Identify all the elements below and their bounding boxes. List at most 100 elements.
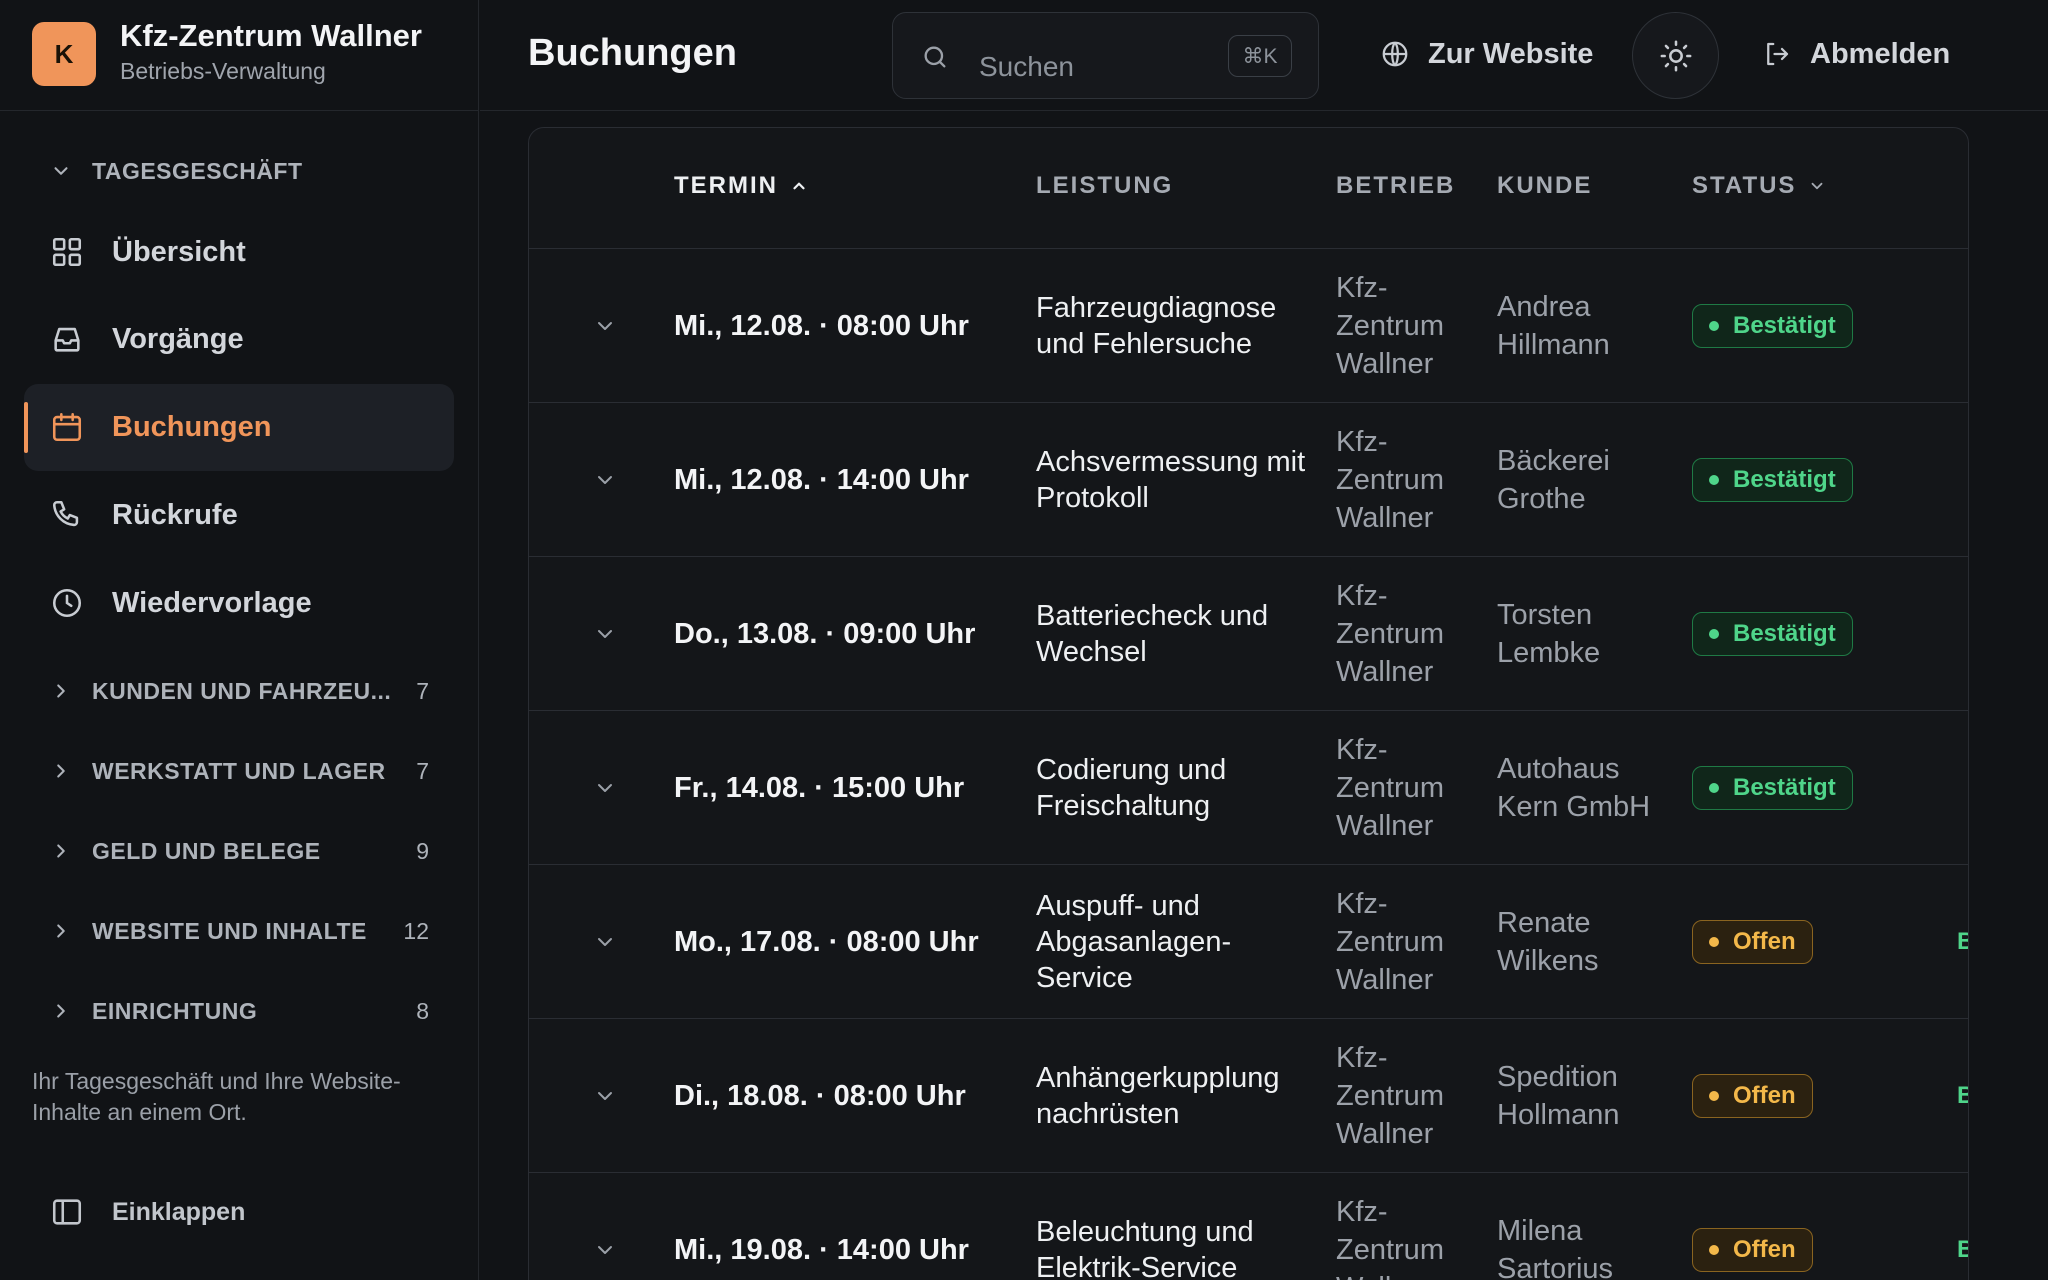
cell-leistung: Achsvermessung mit Protokoll [1036, 446, 1306, 514]
expand-row-icon[interactable] [593, 1238, 617, 1262]
collapse-button[interactable]: Einklappen [50, 1192, 245, 1232]
group-label: WERKSTATT UND LAGER [92, 757, 386, 784]
chevron-down-icon [54, 167, 68, 175]
status-label: Bestätigt [1733, 774, 1836, 801]
expand-row-icon[interactable] [593, 1084, 617, 1108]
sidebar-item-uebersicht[interactable]: Übersicht [24, 209, 454, 296]
group-count: 7 [416, 757, 429, 784]
calendar-icon [52, 412, 82, 442]
cell-extra[interactable]: B [1957, 865, 1968, 1019]
page-title: Buchungen [528, 32, 737, 74]
theme-toggle-button[interactable] [1632, 12, 1719, 99]
table-row[interactable]: Fr., 14.08. · 15:00 Uhr Codierung und Fr… [529, 711, 1968, 865]
sidebar-item-label: Vorgänge [112, 323, 244, 355]
sidebar-item-rueckrufe[interactable]: Rückrufe [24, 472, 454, 559]
status-badge: Offen [1692, 920, 1813, 964]
status-badge: Offen [1692, 1074, 1813, 1118]
table-row[interactable]: Mi., 12.08. · 14:00 Uhr Achsvermessung m… [529, 403, 1968, 557]
sidebar-note: Ihr Tagesgeschäft und Ihre Website-Inhal… [32, 1068, 401, 1125]
clock-icon [52, 588, 82, 618]
expand-row-icon[interactable] [593, 314, 617, 338]
brand-subtitle: Betriebs-Verwaltung [120, 58, 326, 84]
expand-row-icon[interactable] [593, 930, 617, 954]
chevron-right-icon [57, 844, 65, 858]
status-dot-icon [1709, 937, 1719, 947]
chevron-right-icon [57, 1004, 65, 1018]
cell-kunde: Renate Wilkens [1497, 907, 1599, 977]
status-label: Offen [1733, 1236, 1796, 1263]
cell-status: Offen [1692, 1019, 1813, 1173]
website-link[interactable]: Zur Website [1380, 28, 1593, 80]
cell-betrieb: Kfz-Zentrum Wallner [1336, 272, 1444, 380]
column-leistung[interactable]: LEISTUNG [1036, 172, 1173, 200]
group-label: WEBSITE UND INHALTE [92, 917, 367, 944]
column-label: TERMIN [674, 172, 778, 199]
status-label: Bestätigt [1733, 620, 1836, 647]
status-dot-icon [1709, 1091, 1719, 1101]
cell-kunde: Andrea Hillmann [1497, 291, 1610, 361]
cell-betrieb: Kfz-Zentrum Wallner [1336, 888, 1444, 996]
logout-icon [1767, 42, 1789, 66]
sidebar-item-wiedervorlage[interactable]: Wiedervorlage [24, 560, 454, 647]
cell-kunde: Bäckerei Grothe [1497, 445, 1610, 515]
bookings-table: TERMIN LEISTUNG BETRIEB KUNDE STATUS Mi.… [528, 127, 1969, 1280]
sidebar-item-vorgaenge[interactable]: Vorgänge [24, 296, 454, 383]
expand-row-icon[interactable] [593, 776, 617, 800]
column-termin[interactable]: TERMIN [674, 172, 808, 200]
table-row[interactable]: Do., 13.08. · 09:00 Uhr Batteriecheck un… [529, 557, 1968, 711]
cell-kunde: Torsten Lembke [1497, 599, 1601, 669]
brand-header: K Kfz-Zentrum Wallner Betriebs-Verwaltun… [0, 0, 479, 111]
cell-status: Offen [1692, 865, 1813, 1019]
table-row[interactable]: Mi., 19.08. · 14:00 Uhr Beleuchtung und … [529, 1173, 1968, 1280]
cell-leistung: Batteriecheck und Wechsel [1036, 600, 1269, 668]
column-betrieb[interactable]: BETRIEB [1336, 172, 1455, 200]
phone-icon [52, 500, 79, 527]
group-label: EINRICHTUNG [92, 997, 258, 1024]
cell-termin: Mi., 19.08. · 14:00 Uhr [674, 1233, 969, 1266]
group-einrichtung[interactable]: EINRICHTUNG 8 [50, 991, 440, 1031]
cell-betrieb: Kfz-Zentrum Wallner [1336, 426, 1444, 534]
cell-extra[interactable]: B [1957, 1173, 1968, 1280]
expand-row-icon[interactable] [593, 468, 617, 492]
sun-icon [1660, 40, 1691, 71]
status-dot-icon [1709, 475, 1719, 485]
chevron-right-icon [57, 764, 65, 778]
group-website-und-inhalte[interactable]: WEBSITE UND INHALTE 12 [50, 911, 440, 951]
cell-leistung: Fahrzeugdiagnose und Fehlersuche [1036, 292, 1277, 360]
cell-kunde: Spedition Hollmann [1497, 1061, 1620, 1131]
sidebar-item-label: Rückrufe [112, 499, 238, 531]
table-row[interactable]: Mo., 17.08. · 08:00 Uhr Auspuff- und Abg… [529, 865, 1968, 1019]
chevron-right-icon [57, 924, 65, 938]
column-status[interactable]: STATUS [1692, 172, 1826, 200]
table-row[interactable]: Mi., 12.08. · 08:00 Uhr Fahrzeugdiagnose… [529, 249, 1968, 403]
logout-button[interactable]: Abmelden [1762, 28, 1950, 80]
status-label: Bestätigt [1733, 466, 1836, 493]
group-count: 9 [416, 837, 429, 864]
expand-row-icon[interactable] [593, 622, 617, 646]
chevron-right-icon [57, 684, 65, 698]
status-label: Offen [1733, 928, 1796, 955]
cell-betrieb: Kfz-Zentrum Wallner [1336, 1196, 1444, 1280]
sidebar-item-buchungen[interactable]: Buchungen [24, 384, 454, 471]
search-input[interactable]: Suchen ⌘K [892, 12, 1319, 99]
column-kunde[interactable]: KUNDE [1497, 172, 1592, 200]
group-label: GELD UND BELEGE [92, 837, 321, 864]
status-badge: Bestätigt [1692, 766, 1853, 810]
brand-name: Kfz-Zentrum Wallner [120, 18, 422, 53]
cell-status: Bestätigt [1692, 403, 1853, 557]
group-tagesgeschaeft[interactable]: TAGESGESCHÄFT [50, 151, 440, 191]
group-werkstatt-und-lager[interactable]: WERKSTATT UND LAGER 7 [50, 751, 440, 791]
group-geld-und-belege[interactable]: GELD UND BELEGE 9 [50, 831, 440, 871]
cell-termin: Do., 13.08. · 09:00 Uhr [674, 617, 976, 650]
cell-extra[interactable]: B [1957, 1019, 1968, 1173]
cell-leistung: Auspuff- und Abgasanlagen-Service [1036, 890, 1232, 994]
sidebar-item-label: Wiedervorlage [112, 587, 312, 619]
cell-termin: Mo., 17.08. · 08:00 Uhr [674, 925, 979, 958]
chevron-down-icon [1812, 182, 1823, 190]
column-label: BETRIEB [1336, 172, 1456, 199]
brand-logo[interactable]: K [32, 22, 96, 86]
cell-status: Bestätigt [1692, 249, 1853, 403]
table-row[interactable]: Di., 18.08. · 08:00 Uhr Anhängerkupplung… [529, 1019, 1968, 1173]
group-kunden-und-fahrzeuge[interactable]: KUNDEN UND FAHRZEU... 7 [50, 671, 440, 711]
sidebar-panel-icon [52, 1199, 82, 1225]
